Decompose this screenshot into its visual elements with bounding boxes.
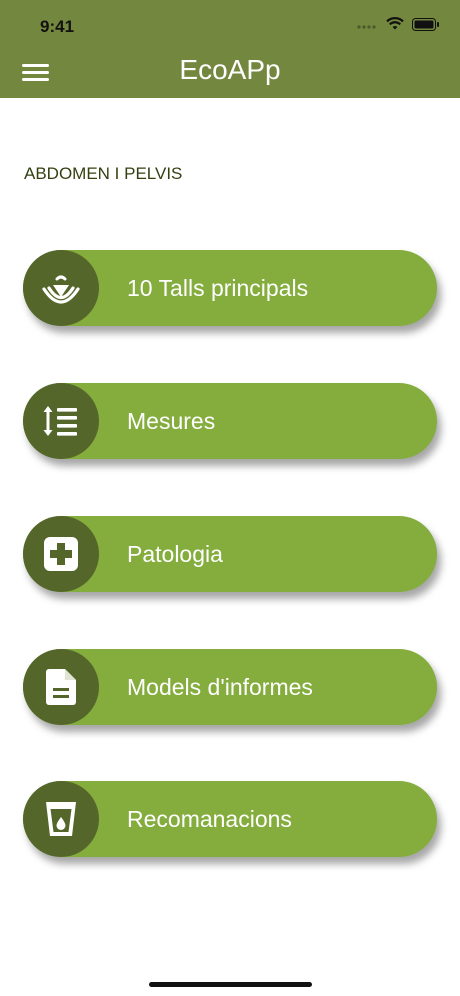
signal-icon: [357, 25, 376, 29]
medical-cross-icon-circle: [23, 516, 99, 592]
cup-drop-icon: [46, 802, 76, 836]
menu-button-mesures[interactable]: Mesures: [23, 383, 437, 459]
app-title: EcoAPp: [179, 54, 281, 85]
status-icons: [356, 17, 440, 31]
document-icon: [46, 669, 76, 705]
header-bar: 9:41 EcoAPp: [0, 0, 460, 98]
measure-icon-circle: [23, 383, 99, 459]
document-icon-circle: [23, 649, 99, 725]
wifi-icon: [386, 17, 404, 30]
menu-button-models-informes[interactable]: Models d'informes: [23, 649, 437, 725]
menu-button-label: Patologia: [127, 541, 223, 567]
battery-icon: [412, 17, 439, 31]
menu-button-label: 10 Talls principals: [127, 275, 309, 301]
measure-list-icon: [43, 406, 77, 436]
menu-button-recomanacions[interactable]: Recomanacions: [23, 781, 437, 857]
menu-button-label: Recomanacions: [127, 806, 292, 832]
menu-button-talls-principals[interactable]: 10 Talls principals: [23, 250, 437, 326]
section-title: ABDOMEN I PELVIS: [24, 164, 183, 183]
ultrasound-icon: [42, 275, 80, 304]
status-time: 9:41: [40, 17, 75, 36]
home-indicator[interactable]: [149, 982, 312, 987]
menu-button-label: Models d'informes: [127, 674, 313, 700]
cup-drop-icon-circle: [23, 781, 99, 857]
menu-button-patologia[interactable]: Patologia: [23, 516, 437, 592]
medical-cross-icon: [44, 537, 78, 571]
menu-button-label: Mesures: [127, 408, 216, 434]
ultrasound-icon-circle: [23, 250, 99, 326]
